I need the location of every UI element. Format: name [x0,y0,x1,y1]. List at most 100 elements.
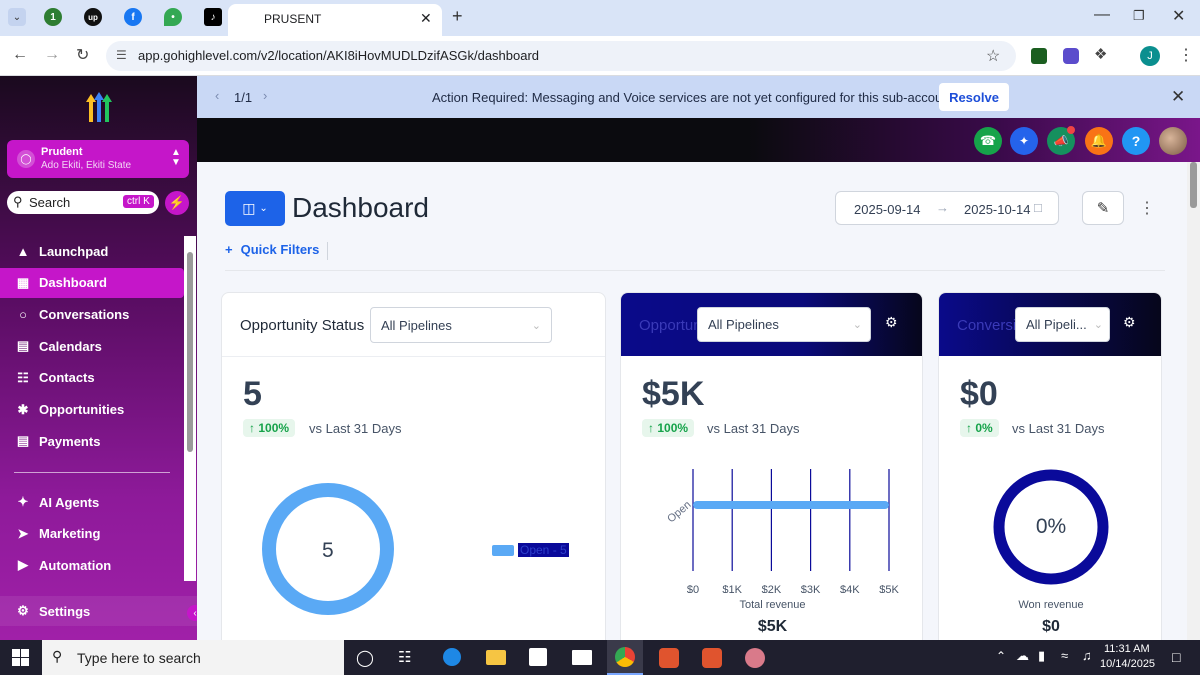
search-input[interactable]: ⚲ Search ctrl K [7,191,159,214]
tab-close-icon[interactable]: ✕ [420,10,432,27]
page-title: Dashboard [292,192,429,223]
sidebar-item-opportunities[interactable]: ✱ Opportunities [0,395,184,425]
sidebar-item-label: Automation [39,557,112,573]
chat-icon: ○ [19,306,27,322]
account-switcher[interactable]: ◯ Prudent Ado Ekiti, Ekiti State ▲ ▼ [7,140,189,178]
pinned-tab-upwork-icon[interactable]: up [84,8,102,26]
help-icon[interactable]: ? [1122,127,1150,155]
sidebar-divider [14,472,170,473]
profile-avatar[interactable]: J [1140,46,1160,66]
active-tab[interactable]: PRUSENT ✕ [228,4,442,36]
pinned-tab-tiktok-icon[interactable]: ♪ [204,8,222,26]
card-header: Opportunity Value All Pipelines ⌄ ⚙ [621,293,922,356]
reload-icon[interactable]: ↻ [76,45,89,65]
chrome-icon[interactable] [607,640,643,675]
more-options-icon[interactable]: ⋮ [1139,198,1155,218]
site-info-icon[interactable]: ☰ [116,48,127,62]
pinned-tab-maps-icon[interactable]: • [164,8,182,26]
clock-time[interactable]: 11:31 AM [1104,643,1150,655]
volume-icon[interactable]: ♫ [1082,648,1092,663]
store-icon[interactable] [529,648,547,666]
extension-gear-icon[interactable] [1063,48,1079,64]
browser-menu-icon[interactable]: ⋮ [1178,45,1194,65]
calendar-icon: ▤ [16,338,30,354]
bell-icon[interactable]: 🔔 [1085,127,1113,155]
back-arrow-icon[interactable]: ← [12,46,28,64]
sidebar-scrollbar[interactable] [184,236,196,581]
phone-icon[interactable]: ☎ [974,127,1002,155]
battery-icon[interactable]: ▮ [1038,648,1045,664]
taskbar-search-input[interactable]: ⚲ Type here to search [42,640,344,675]
top-header-bar: ☎ ✦ 📣 🔔 ? [197,118,1200,162]
windows-taskbar: ⚲ Type here to search ◯ ☷ ⌃ ☁ ▮ ≈ ♫ 11:3… [0,640,1200,675]
resolve-button[interactable]: Resolve [939,83,1009,111]
cortana-icon[interactable]: ◯ [356,648,374,668]
pipeline-select[interactable]: All Pipelines ⌄ [370,307,552,343]
extensions-puzzle-icon[interactable]: ❖ [1094,45,1107,63]
sidebar-item-settings[interactable]: ⚙ Settings [0,596,197,626]
pinned-tab-facebook-icon[interactable]: f [124,8,142,26]
restore-button[interactable]: ❐ [1133,8,1145,24]
sidebar-item-marketing[interactable]: ➤ Marketing [0,519,184,549]
sidebar-item-label: Settings [39,603,91,619]
filter-settings-icon[interactable]: ⚙ [885,314,898,331]
sidebar-item-launchpad[interactable]: ▲ Launchpad [0,236,184,266]
sidebar-item-label: Calendars [39,338,102,354]
edit-dashboard-button[interactable]: ✎ [1082,191,1124,225]
task-view-icon[interactable]: ☷ [398,648,411,666]
notifications-icon[interactable]: □ [1172,649,1180,665]
app-icon[interactable] [745,648,765,668]
chevron-down-icon: ⌄ [259,203,268,214]
quick-filters-button[interactable]: + Quick Filters [225,242,319,257]
sidebar-item-contacts[interactable]: ☷ Contacts [0,363,184,393]
bar-open[interactable] [693,501,889,509]
sidebar-item-ai-agents[interactable]: ✦ AI Agents [0,487,184,517]
clock-date[interactable]: 10/14/2025 [1100,658,1155,670]
date-start: 2025-09-14 [854,202,921,217]
file-explorer-icon[interactable] [486,650,506,665]
filter-settings-icon[interactable]: ⚙ [1123,314,1136,331]
chevron-right-icon[interactable]: › [263,88,267,103]
url-bar[interactable]: ☰ app.gohighlevel.com/v2/location/AKI8iH… [106,41,1016,71]
edge-icon[interactable] [443,648,461,666]
user-avatar[interactable] [1159,127,1187,155]
minimize-button[interactable]: — [1094,6,1110,24]
chevron-left-icon[interactable]: ‹ [215,88,219,103]
x-tick-label: $5K [879,584,899,593]
forward-arrow-icon[interactable]: → [44,46,60,64]
windows-start-icon[interactable] [12,649,29,666]
sidebar-item-dashboard[interactable]: ▦ Dashboard [0,267,184,298]
scrollbar-thumb[interactable] [1190,162,1197,208]
cloud-icon[interactable]: ☁ [1016,648,1029,664]
tab-list-dropdown-button[interactable]: ⌄ [8,8,26,26]
pinned-tab-badge[interactable]: 1 [44,8,62,26]
sidebar-item-payments[interactable]: ▤ Payments [0,426,184,456]
stat-value: 5 [243,375,262,413]
quick-action-button[interactable]: ⚡ [165,191,189,215]
change-value: 100% [657,421,689,435]
mail-icon[interactable] [572,650,592,665]
brave-icon[interactable] [659,648,679,668]
sidebar-item-calendars[interactable]: ▤ Calendars [0,331,184,361]
close-icon[interactable]: ✕ [1171,87,1185,107]
magic-wand-icon[interactable]: ✦ [1010,127,1038,155]
sidebar-item-automation[interactable]: ▶ Automation [0,550,184,580]
pipeline-select[interactable]: All Pipeli... ⌄ [1015,307,1110,342]
new-tab-button[interactable]: + [452,6,463,27]
page-scrollbar[interactable] [1187,162,1200,640]
dashboard-switcher-button[interactable]: ◫ ⌄ [225,191,285,226]
pipeline-select[interactable]: All Pipelines ⌄ [697,307,871,342]
date-range-picker[interactable]: 2025-09-14 → 2025-10-14 □ [835,191,1059,225]
scrollbar-thumb[interactable] [187,252,193,452]
contacts-icon: ☷ [17,369,29,385]
sidebar-item-conversations[interactable]: ○ Conversations [0,299,184,329]
brave-icon-2[interactable] [702,648,722,668]
system-tray-chevron-icon[interactable]: ⌃ [996,649,1006,663]
window-close-button[interactable]: ✕ [1172,6,1185,26]
arrow-up-icon: ↑ [648,421,658,435]
chart-footer-value: $0 [1042,618,1060,635]
wifi-icon[interactable]: ≈ [1061,648,1068,663]
sidebar-item-label: Payments [39,433,101,449]
bookmark-star-icon[interactable]: ☆ [986,46,1000,66]
extension-icon[interactable] [1031,48,1047,64]
